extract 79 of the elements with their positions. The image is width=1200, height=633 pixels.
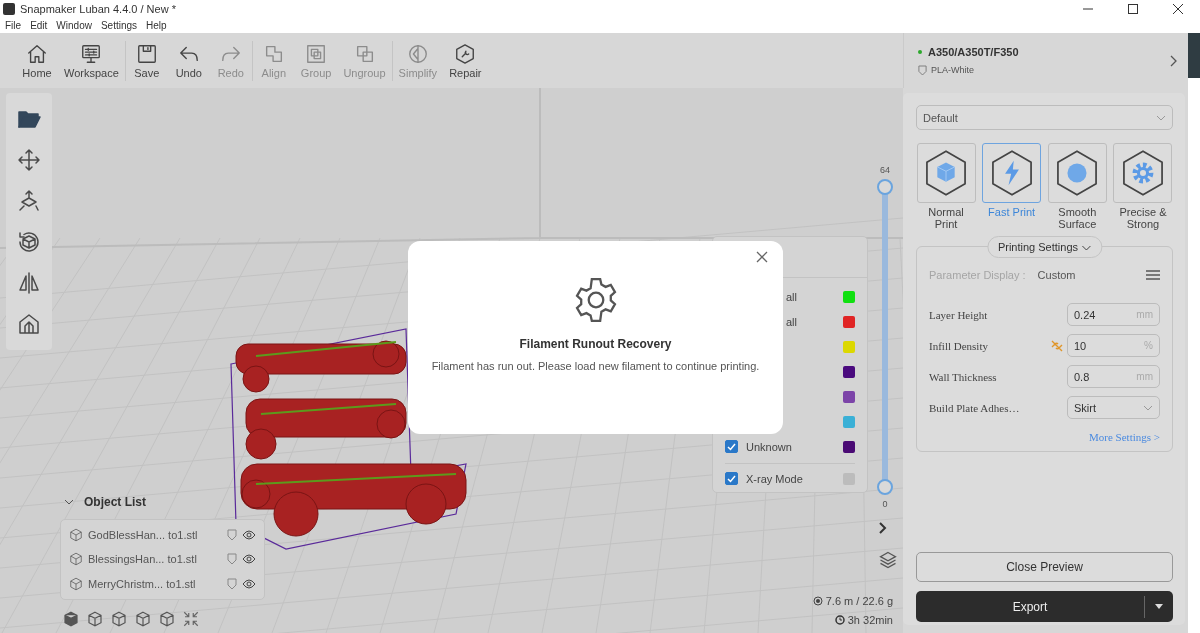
cube-view-icon[interactable] [158,610,176,628]
toolbar-button[interactable]: Workspace [58,42,125,79]
object-name[interactable]: MerryChristm... to1.stl [88,577,222,590]
menu-item[interactable]: Edit [30,20,48,31]
window-title: Snapmaker Luban 4.4.0 / New * [20,3,177,15]
clock-icon [834,615,845,625]
wrench-icon [454,42,477,65]
background-window-edge [1188,33,1200,78]
close-icon[interactable] [1172,4,1183,14]
parameter-display-dropdown[interactable]: Custom [1037,269,1146,281]
cube-view-icon[interactable] [134,610,152,628]
slider-thumb[interactable] [877,179,893,195]
layer-max-label: 64 [879,165,891,175]
legend-label: X-ray Mode [745,472,804,485]
object-name[interactable]: GodBlessHan... to1.stl [88,529,222,542]
eye-icon[interactable] [242,578,256,589]
setting-label: Build Plate Adhes… [929,401,1021,414]
setting-label: Infill Density [929,339,989,352]
home-icon [26,42,48,65]
legend-label: all [785,315,798,328]
cube-icon [69,552,83,567]
status-dot [918,49,922,54]
export-button[interactable]: Export [916,591,1173,622]
chevron-right-icon[interactable] [878,522,888,534]
chevron-right-icon[interactable] [1170,54,1178,67]
cube-icon [69,576,83,591]
shield-icon [918,64,927,76]
fit-view-icon[interactable] [182,610,200,628]
setting-label: Layer Height [929,308,989,321]
toolbar-button[interactable]: Save [125,42,168,79]
close-preview-button[interactable]: Close Preview [916,552,1173,582]
cube-view-icon[interactable] [62,610,80,628]
menu-item[interactable]: File [5,20,22,31]
group-icon [305,42,328,65]
layers-icon[interactable] [878,550,898,570]
chevron-down-icon [1143,404,1153,411]
menu-icon[interactable] [1146,270,1160,280]
dialog-title: Filament Runout Recovery [519,337,672,351]
maximize-icon[interactable] [1127,4,1138,14]
chevron-down-icon[interactable] [64,499,74,505]
toolbar-button[interactable]: Repair [443,42,488,79]
save-icon [135,42,158,65]
chevron-down-icon [1156,114,1166,121]
cube-icon [69,528,83,543]
caret-icon[interactable] [1155,604,1163,609]
close-icon[interactable] [755,251,769,265]
cube-view-icon[interactable] [110,610,128,628]
toolbar-button[interactable]: Home [16,42,58,79]
preset-dropdown[interactable]: Default [916,105,1173,130]
slider-thumb[interactable] [877,479,893,495]
checkbox[interactable] [725,472,738,485]
cube-view-icon[interactable] [86,610,104,628]
printing-settings-button[interactable]: Printing Settings [986,236,1103,258]
menu-item[interactable]: Window [56,20,92,31]
print-time: 3h 32min [847,614,893,626]
eye-icon[interactable] [242,530,256,541]
setting-label: Wall Thickness [929,370,998,383]
dialog-message: Filament has run out. Please load new filament to continue printing. [431,360,760,372]
app-logo [3,3,15,15]
checkbox[interactable] [725,440,738,453]
menu-item[interactable]: Help [146,20,167,31]
filament-usage: 7.6 m / 22.6 g [825,595,893,607]
chevron-down-icon [1081,245,1092,251]
object-name[interactable]: BlessingsHan... to1.stl [88,553,222,566]
eye-icon[interactable] [242,554,256,565]
menu-item[interactable]: Settings [100,20,138,31]
layer-min-label: 0 [881,499,889,509]
spool-icon [812,596,823,606]
material-name[interactable]: PLA-White [931,65,974,75]
legend-label: Unknown [745,440,793,453]
layer-slider[interactable] [877,179,893,495]
monitor-icon [80,42,103,65]
setting-input[interactable]: 10 % [1067,334,1160,357]
setting-dropdown[interactable]: Skirt [1067,396,1160,419]
machine-name[interactable]: A350/A350T/F350 [928,45,1019,58]
toolbar-button[interactable]: Undo [167,42,210,79]
legend-label: all [785,290,798,303]
simplify-icon [406,42,429,65]
object-list-title: Object List [84,495,146,509]
